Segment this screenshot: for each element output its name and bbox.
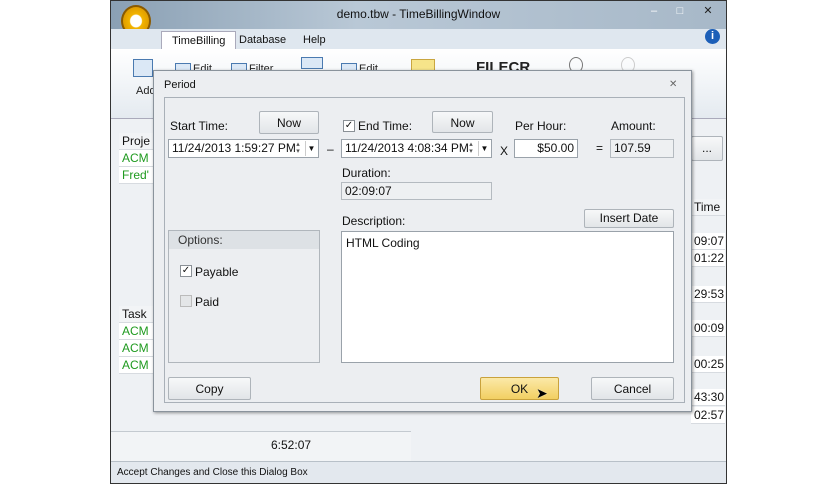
project-row[interactable]: ACM — [119, 150, 153, 167]
description-textarea[interactable]: HTML Coding — [341, 231, 674, 363]
tasks-grid: Task ACM ACM ACM — [119, 306, 153, 374]
info-icon[interactable]: i — [705, 29, 720, 44]
per-hour-label: Per Hour: — [515, 119, 567, 133]
payable-checkbox[interactable]: ✓ — [180, 265, 192, 277]
description-label: Description: — [342, 214, 406, 228]
task-row[interactable]: ACM — [119, 340, 153, 357]
project-row[interactable]: Fred' — [119, 167, 153, 184]
add-icon[interactable] — [133, 59, 153, 77]
time-cell[interactable]: 29:53 — [691, 286, 725, 303]
time-cell[interactable]: 00:09 — [691, 320, 725, 337]
tab-database[interactable]: Database — [229, 31, 296, 49]
status-bar: Accept Changes and Close this Dialog Box — [111, 461, 726, 483]
more-button[interactable]: ... — [691, 136, 723, 161]
end-time-input[interactable]: 11/24/2013 4:08:34 PM ▴ ▾ ▼ — [341, 139, 492, 158]
projects-grid: Proje ACM Fred' — [119, 133, 153, 184]
dropdown-icon[interactable]: ▼ — [478, 141, 490, 156]
time-cell[interactable]: 02:57 — [691, 407, 725, 424]
task-header[interactable]: Task — [119, 306, 153, 323]
task-row[interactable]: ACM — [119, 357, 153, 374]
time-header[interactable]: Time — [691, 199, 725, 216]
end-time-label: End Time: — [358, 119, 413, 133]
end-time-checkbox[interactable]: ✓ — [343, 120, 355, 132]
spinner-icon[interactable]: ▴ ▾ — [292, 141, 304, 156]
dash-separator: – — [327, 142, 334, 156]
paid-checkbox[interactable] — [180, 295, 192, 307]
amount-label: Amount: — [611, 119, 656, 133]
cancel-button[interactable]: Cancel — [591, 377, 674, 400]
close-button[interactable]: ✕ — [695, 3, 721, 19]
tab-timebilling[interactable]: TimeBilling — [161, 31, 237, 49]
project-header[interactable]: Proje — [119, 133, 153, 150]
end-now-button[interactable]: Now — [432, 111, 493, 133]
dropdown-icon[interactable]: ▼ — [305, 141, 317, 156]
spinner-icon[interactable]: ▴ ▾ — [465, 141, 477, 156]
time-cell[interactable]: 00:25 — [691, 356, 725, 373]
time-cell[interactable]: 09:07 — [691, 233, 725, 250]
end-time-value: 11/24/2013 4:08:34 PM — [345, 141, 469, 155]
period-dialog: Period ✕ Start Time: Now 11/24/2013 1:59… — [153, 70, 692, 412]
amount-field: 107.59 — [610, 139, 674, 158]
total-time: 6:52:07 — [271, 438, 312, 452]
maximize-button[interactable]: □ — [667, 3, 693, 19]
minimize-button[interactable]: – — [641, 3, 667, 19]
time-cell[interactable]: 43:30 — [691, 389, 725, 406]
start-time-input[interactable]: 11/24/2013 1:59:27 PM ▴ ▾ ▼ — [168, 139, 319, 158]
title-bar: demo.tbw - TimeBillingWindow – □ ✕ — [111, 1, 726, 29]
per-hour-input[interactable]: $50.00 — [514, 139, 578, 158]
duration-field: 02:09:07 — [341, 182, 492, 200]
start-now-button[interactable]: Now — [259, 111, 319, 134]
dialog-title: Period — [164, 79, 196, 91]
task-row[interactable]: ACM — [119, 323, 153, 340]
paid-label: Paid — [195, 295, 220, 309]
insert-date-button[interactable]: Insert Date — [584, 209, 674, 228]
equals-sign: = — [596, 141, 604, 155]
multiply-sign: X — [500, 144, 509, 158]
options-label: Options: — [169, 231, 319, 249]
payable-label: Payable — [195, 265, 239, 279]
start-time-value: 11/24/2013 1:59:27 PM — [172, 141, 296, 155]
copy-button[interactable]: Copy — [168, 377, 251, 400]
add-task-icon[interactable] — [301, 57, 323, 69]
mouse-cursor-icon: ➤ — [536, 385, 548, 401]
window-title: demo.tbw - TimeBillingWindow — [336, 7, 501, 21]
tab-help[interactable]: Help — [293, 31, 336, 49]
time-cell[interactable]: 01:22 — [691, 250, 725, 267]
duration-label: Duration: — [342, 166, 391, 180]
start-time-label: Start Time: — [170, 119, 229, 133]
dialog-close-icon[interactable]: ✕ — [669, 79, 677, 90]
